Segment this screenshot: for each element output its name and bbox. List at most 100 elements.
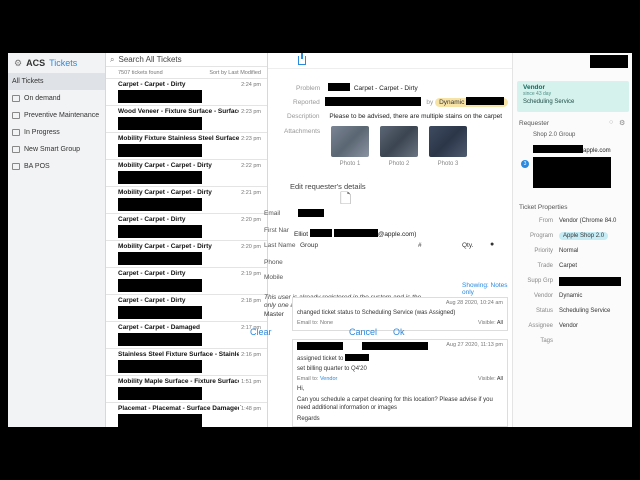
- property-value[interactable]: Carpet: [559, 263, 577, 269]
- ticket-row[interactable]: Mobility Carpet - Carpet - Dirty 2:21 pm: [106, 187, 267, 214]
- vendor-status: Scheduling Service: [523, 99, 575, 105]
- last-name-label: Last Name: [264, 242, 296, 249]
- description-row: Description Please to be advised, there …: [287, 113, 502, 120]
- folder-icon: [12, 95, 20, 102]
- sort-label[interactable]: Sort by Last Modified: [209, 70, 261, 76]
- document-icon: 🗋: [340, 190, 352, 206]
- property-value[interactable]: Vendor (Chrome 84.0: [559, 218, 616, 224]
- sidebar-item-ba-pos[interactable]: BA POS: [8, 158, 105, 175]
- circle-icon[interactable]: ○: [609, 119, 613, 126]
- email-to-label: Email to:: [297, 320, 319, 326]
- gear-logo-icon: ⚙: [14, 57, 23, 68]
- folder-icon: [12, 146, 20, 153]
- ticket-time: 2:18 pm: [239, 298, 261, 304]
- requester-line: Elliot @apple.com): [294, 229, 416, 238]
- redacted: [118, 387, 202, 400]
- attachments-label-text: Attachments: [284, 128, 321, 135]
- property-row: Tags: [517, 336, 631, 346]
- sidebar-item-on-demand[interactable]: On demand: [8, 90, 105, 107]
- folder-icon: [12, 112, 20, 119]
- note-line-text: assigned ticket to: [297, 356, 344, 362]
- sidebar-item-preventive-maintenance[interactable]: Preventive Maintenance: [8, 107, 105, 124]
- ticket-time: 2:20 pm: [239, 244, 261, 250]
- ticket-time: 2:24 pm: [239, 82, 261, 88]
- reported-row: Reported by Dynamic: [293, 97, 509, 107]
- info-badge-icon[interactable]: 3: [521, 160, 529, 168]
- email-label: Email: [264, 210, 281, 217]
- photo-1-thumbnail[interactable]: [331, 126, 369, 157]
- ticket-time: 2:21 pm: [239, 190, 261, 196]
- sidebar-item-new-smart-group[interactable]: New Smart Group: [8, 141, 105, 158]
- attachments-label: Attachments: [284, 128, 320, 135]
- ticket-time: 2:20 pm: [239, 217, 261, 223]
- ticket-time: 1:51 pm: [239, 379, 261, 385]
- hash-column: #: [418, 242, 422, 249]
- ticket-row[interactable]: Mobility Maple Surface - Fixture Surface…: [106, 376, 267, 403]
- ticket-row[interactable]: Carpet - Carpet - Damaged 2:17 pm: [106, 322, 267, 349]
- sidebar-item-in-progress[interactable]: In Progress: [8, 124, 105, 141]
- property-label: Tags: [540, 338, 553, 344]
- ok-button[interactable]: Ok: [393, 327, 405, 337]
- property-value[interactable]: Dynamic: [559, 293, 582, 299]
- property-value[interactable]: Scheduling Service: [559, 308, 610, 314]
- redacted: [361, 342, 428, 350]
- property-label: Vendor: [533, 293, 553, 299]
- redacted: [466, 97, 505, 105]
- note-date-text: Aug 27 2020, 11:13 pm: [446, 342, 503, 348]
- redacted: [324, 97, 421, 106]
- ticket-row[interactable]: Carpet - Carpet - Dirty 2:24 pm: [106, 79, 267, 106]
- right-panel: Vendor since 43 day Scheduling Service R…: [512, 53, 632, 427]
- upload-icon[interactable]: [298, 53, 306, 65]
- group-column: Group: [300, 242, 319, 249]
- redacted: [118, 414, 202, 427]
- cancel-button[interactable]: Cancel: [349, 327, 377, 337]
- ticket-time: 1:48 pm: [239, 406, 261, 412]
- search-bar[interactable]: ⌕ Search All Tickets: [106, 53, 267, 67]
- sidebar-item-label: On demand: [24, 95, 61, 102]
- property-row: Vendor Dynamic: [517, 291, 631, 301]
- gear-icon[interactable]: ⚙: [619, 119, 625, 127]
- ticket-row[interactable]: Mobility Carpet - Carpet - Dirty 2:20 pm: [106, 241, 267, 268]
- requester-title: Requester: [519, 120, 549, 127]
- redacted: [297, 342, 343, 350]
- redacted-requester: [533, 157, 611, 188]
- requester-group: Shop 2.0 Group: [533, 132, 576, 138]
- ticket-list: ⌕ Search All Tickets 7507 tickets found …: [106, 53, 268, 427]
- property-value[interactable]: Apple Shop 2.0: [559, 232, 609, 240]
- showing-notes-filter[interactable]: Showing: Notes only: [462, 282, 512, 296]
- list-meta: 7507 tickets found Sort by Last Modified: [106, 67, 267, 79]
- ticket-row[interactable]: Carpet - Carpet - Dirty 2:20 pm: [106, 214, 267, 241]
- redacted: [118, 279, 202, 292]
- ticket-row[interactable]: Placemat - Placemat - Surface Damaged 1:4…: [106, 403, 267, 427]
- sidebar-item-all-tickets[interactable]: All Tickets: [8, 73, 105, 90]
- property-row: Trade Carpet: [517, 261, 631, 271]
- search-input[interactable]: Search All Tickets: [118, 55, 181, 64]
- photo-3-thumbnail[interactable]: [429, 126, 467, 157]
- email-to-value: Vendor: [319, 376, 338, 382]
- redacted: [118, 360, 202, 373]
- ticket-detail: Problem Carpet - Carpet - Dirty Reported…: [250, 53, 512, 427]
- ticket-row[interactable]: Carpet - Carpet - Dirty 2:18 pm: [106, 295, 267, 322]
- property-value[interactable]: Normal: [559, 248, 578, 254]
- activity-note: Aug 27 2020, 11:13 pm assigned ticket to…: [292, 339, 508, 427]
- photo-3-caption: Photo 3: [437, 161, 459, 167]
- sidebar-item-label: BA POS: [24, 163, 50, 170]
- property-label: Supp Grp: [527, 278, 553, 284]
- visible-label: Visible:: [478, 320, 496, 326]
- property-row: From Vendor (Chrome 84.0: [517, 216, 631, 226]
- ticket-row[interactable]: Mobility Carpet - Carpet - Dirty 2:22 pm: [106, 160, 267, 187]
- ticket-row[interactable]: Stainless Steel Fixture Surface - Stainl…: [106, 349, 267, 376]
- photo-2-thumbnail[interactable]: [380, 126, 418, 157]
- reported-by: by: [426, 99, 434, 106]
- redacted: [333, 229, 378, 237]
- ticket-row[interactable]: Mobility Fixture Stainless Steel Surface…: [106, 133, 267, 160]
- photo-1-caption: Photo 1: [339, 161, 361, 167]
- note-header: Aug 27 2020, 11:13 pm: [293, 340, 507, 352]
- property-value[interactable]: Vendor: [559, 323, 578, 329]
- brand-tickets: Tickets: [49, 58, 78, 68]
- app-window: ⚙ ACS Tickets All Tickets On demand Prev…: [8, 53, 632, 427]
- ticket-row[interactable]: Wood Veneer - Fixture Surface - Surface 2…: [106, 106, 267, 133]
- clear-button[interactable]: Clear: [250, 327, 272, 337]
- property-row: Status Scheduling Service: [517, 306, 631, 316]
- ticket-row[interactable]: Carpet - Carpet - Dirty 2:19 pm: [106, 268, 267, 295]
